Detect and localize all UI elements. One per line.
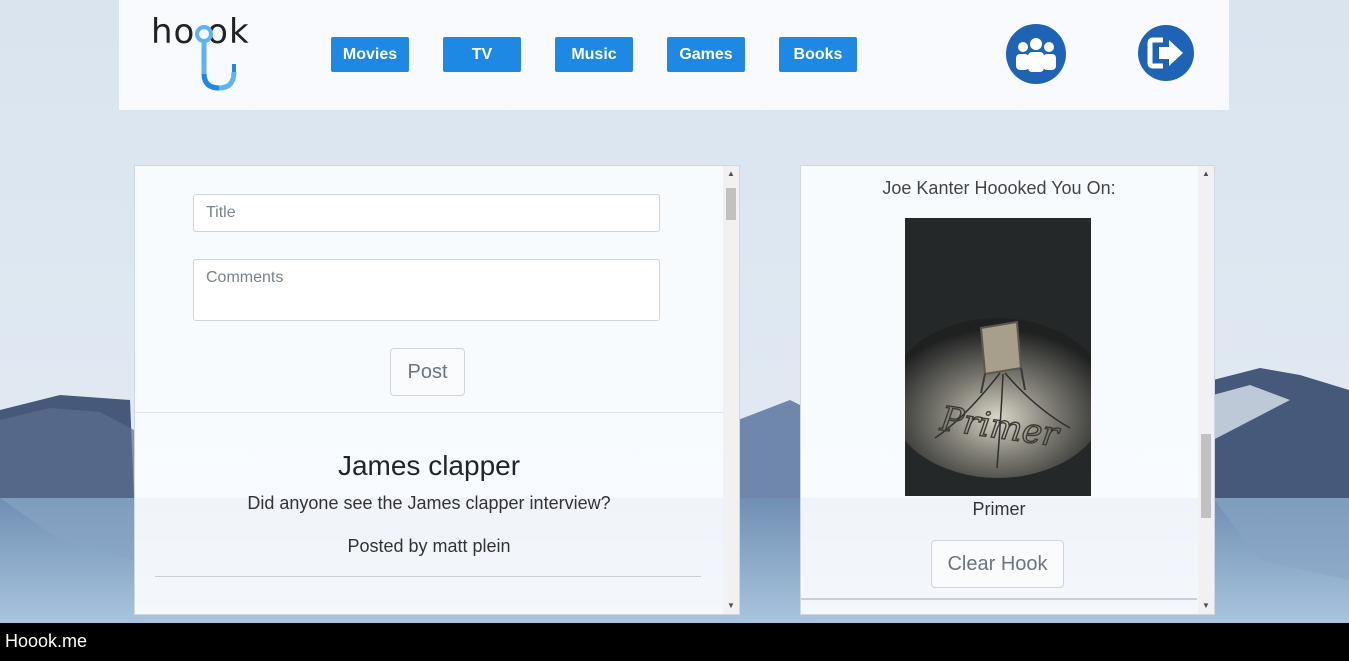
hook-heading: Joe Kanter Hoooked You On:: [882, 178, 1116, 198]
hook-divider: [801, 598, 1197, 600]
movie-poster[interactable]: Primer: [905, 218, 1091, 496]
logout-button[interactable]: [1138, 25, 1194, 81]
nav-tv-button[interactable]: TV: [443, 37, 521, 72]
logout-icon: [1147, 37, 1183, 69]
hoook-logo[interactable]: ho ok: [149, 12, 261, 94]
scroll-up-icon[interactable]: ▲: [1198, 166, 1214, 182]
post-divider: [155, 576, 701, 577]
poster-image: Primer: [905, 218, 1091, 496]
post-button[interactable]: Post: [390, 348, 465, 396]
hook-scrollbar[interactable]: ▲ ▼: [1198, 166, 1214, 614]
feed-panel: Title Comments Post James clapper Did an…: [134, 165, 740, 615]
nav-books-button[interactable]: Books: [779, 37, 857, 72]
feed-scrollbar[interactable]: ▲ ▼: [723, 166, 739, 614]
post-body: Did anyone see the James clapper intervi…: [247, 493, 611, 513]
hook-panel: Joe Kanter Hoooked You On: Primer Primer…: [800, 165, 1215, 615]
footer-brand[interactable]: Hoook.me: [5, 631, 87, 652]
comments-textarea[interactable]: Comments: [193, 259, 660, 321]
post-author: Posted by matt plein: [347, 536, 511, 556]
hook-scroll-thumb[interactable]: [1201, 434, 1211, 518]
group-icon: [1016, 38, 1056, 72]
nav-games-button[interactable]: Games: [667, 37, 745, 72]
feed-scroll-thumb[interactable]: [726, 188, 736, 220]
scroll-down-icon[interactable]: ▼: [723, 598, 739, 614]
nav-music-button[interactable]: Music: [555, 37, 633, 72]
scroll-up-icon[interactable]: ▲: [723, 166, 739, 182]
title-input[interactable]: Title: [193, 194, 660, 232]
form-divider: [135, 412, 723, 413]
clear-hook-button[interactable]: Clear Hook: [931, 540, 1064, 588]
hook-logo-icon: [195, 25, 237, 91]
post-title: James clapper: [337, 450, 521, 481]
nav-movies-button[interactable]: Movies: [331, 37, 409, 72]
scroll-down-icon[interactable]: ▼: [1198, 598, 1214, 614]
site-header: ho ok Movies TV Music Games Books: [119, 0, 1229, 110]
site-footer: Hoook.me: [0, 623, 1349, 661]
friends-button[interactable]: [1006, 24, 1066, 84]
hook-item-title: Primer: [972, 499, 1026, 519]
